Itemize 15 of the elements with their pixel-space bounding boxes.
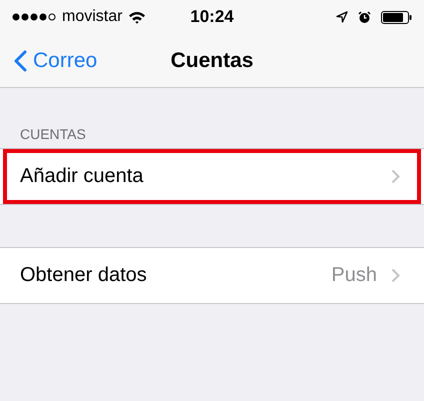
back-button[interactable]: Correo <box>0 48 98 72</box>
section-header: CUENTAS <box>19 125 87 144</box>
clock-time: 10:24 <box>190 7 234 27</box>
chevron-right-icon <box>391 268 400 283</box>
location-arrow-icon <box>336 11 348 23</box>
signal-icon <box>12 13 56 21</box>
settings-row[interactable]: Obtener datos Push <box>0 248 424 303</box>
battery-icon <box>381 10 412 24</box>
screen-title: Cuentas <box>170 48 254 72</box>
row-value: Push <box>331 264 377 287</box>
chevron-right-icon <box>391 169 400 184</box>
chevron-left-icon <box>14 50 27 72</box>
carrier-name: movistar <box>62 8 122 26</box>
alarm-clock-icon <box>358 10 371 24</box>
wifi-icon <box>128 10 146 24</box>
